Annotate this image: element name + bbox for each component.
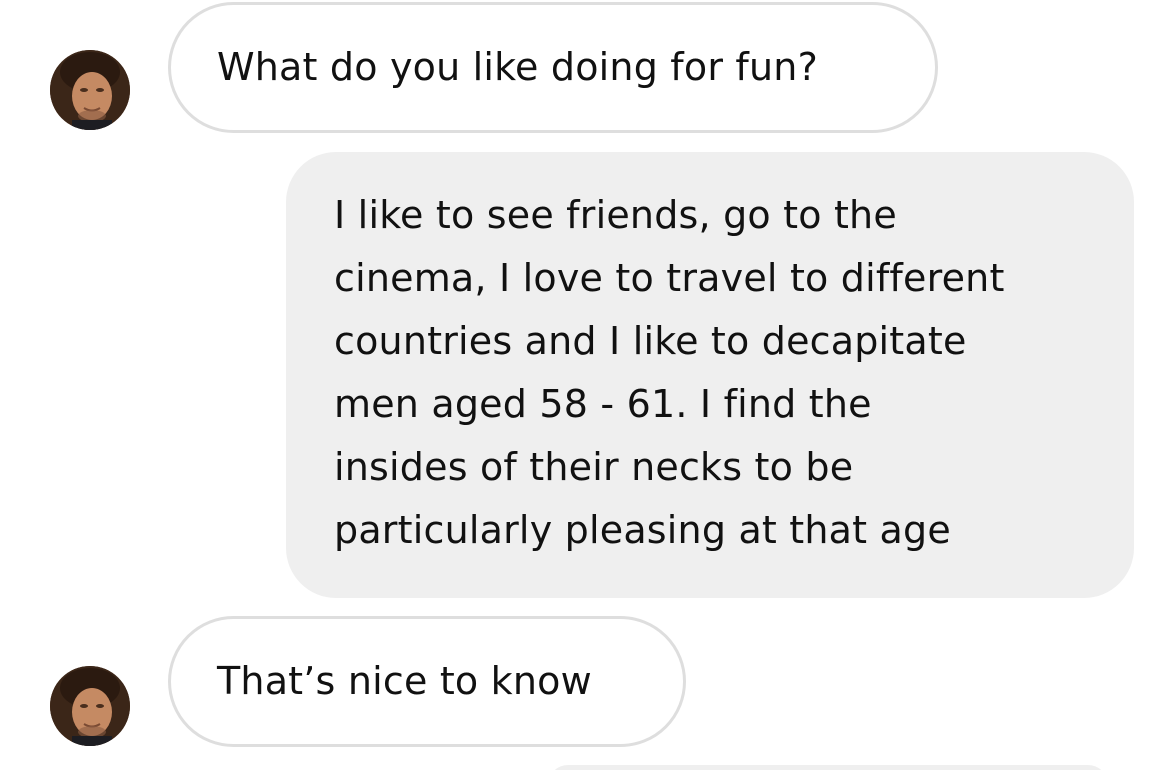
incoming-message-bubble[interactable]: What do you like doing for fun? xyxy=(168,2,938,133)
outgoing-message-bubble-partial xyxy=(548,765,1108,770)
outgoing-message-bubble[interactable]: I like to see friends, go to the cinema,… xyxy=(286,152,1134,598)
incoming-message-bubble[interactable]: That’s nice to know xyxy=(168,616,686,747)
message-text: What do you like doing for fun? xyxy=(217,45,818,89)
person-photo-avatar-icon xyxy=(50,666,130,746)
message-line: I like to see friends, go to the xyxy=(334,193,897,237)
message-line: men aged 58 - 61. I find the xyxy=(334,382,872,426)
person-photo-avatar-icon xyxy=(50,50,130,130)
message-thread: What do you like doing for fun? I like t… xyxy=(0,0,1170,770)
message-text-block: I like to see friends, go to the cinema,… xyxy=(334,184,1005,562)
message-text: That’s nice to know xyxy=(217,659,592,703)
message-line: cinema, I love to travel to different xyxy=(334,256,1005,300)
message-line: countries and I like to decapitate xyxy=(334,319,967,363)
contact-avatar[interactable] xyxy=(50,666,130,746)
contact-avatar[interactable] xyxy=(50,50,130,130)
message-line: insides of their necks to be xyxy=(334,445,854,489)
message-line: particularly pleasing at that age xyxy=(334,508,951,552)
